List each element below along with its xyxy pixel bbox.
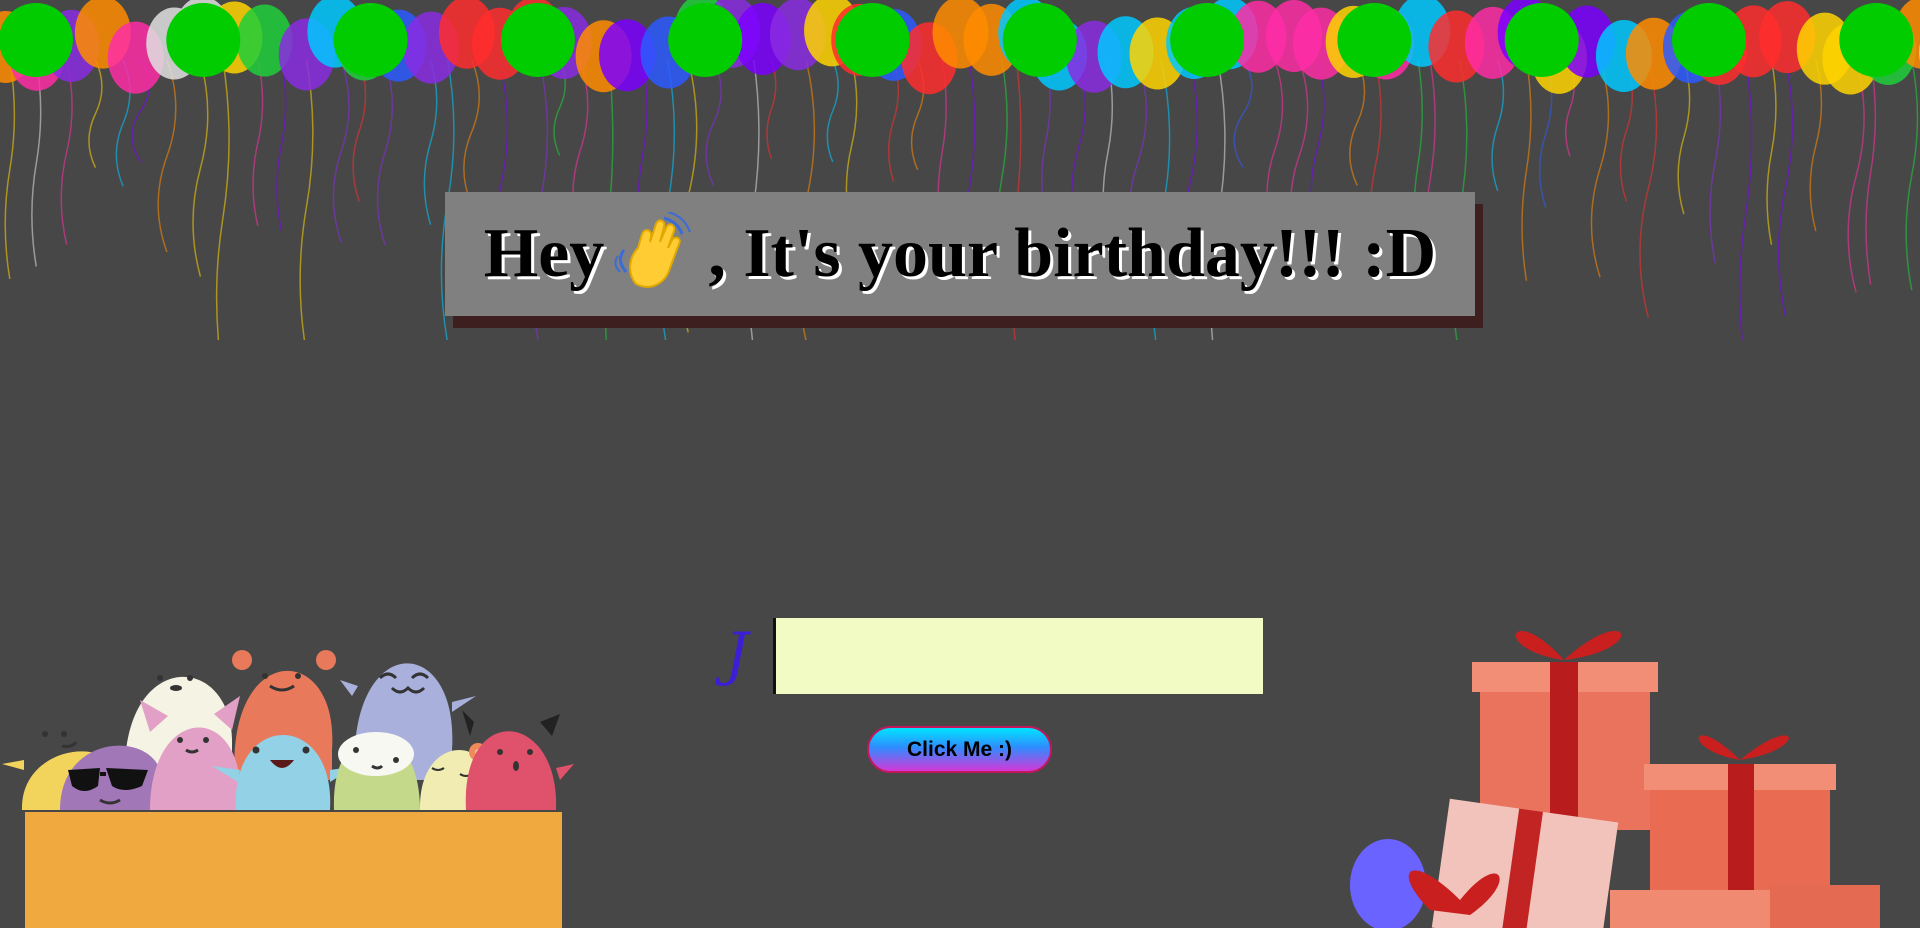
name-input[interactable] [773,618,1263,694]
gifts-illustration [1350,630,1880,928]
page-title: Hey , It's your birthday!!! :D [484,212,1436,296]
click-me-button[interactable]: Click Me :) [867,726,1052,773]
title-message: , It's your birthday!!! :D [708,215,1437,292]
input-decoration-mark: J [725,620,749,688]
waving-hand-icon [614,212,692,288]
title-greeting: Hey [483,215,605,292]
title-banner: Hey , It's your birthday!!! :D [445,192,1475,316]
monsters-box-illustration [2,650,574,928]
